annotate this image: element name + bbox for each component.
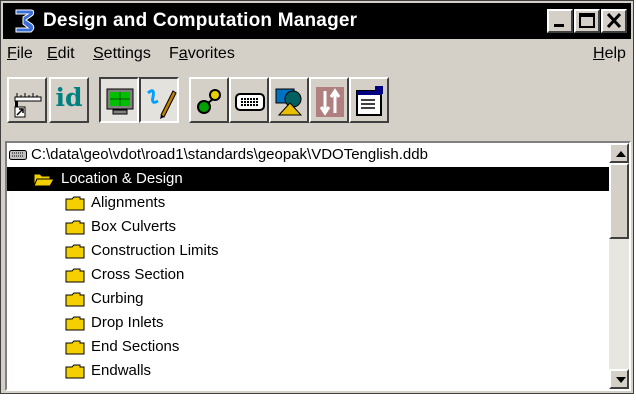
menu-file-label: ile <box>16 45 33 62</box>
tree-node-label: Drop Inlets <box>91 314 164 331</box>
identify-button[interactable]: id <box>49 77 89 123</box>
database-tree[interactable]: C:\data\geo\vdot\road1\standards\geopak\… <box>5 141 631 391</box>
monitor-button[interactable] <box>99 77 139 123</box>
close-button[interactable] <box>601 9 627 33</box>
folder-icon <box>65 340 85 355</box>
tree-content: C:\data\geo\vdot\road1\standards\geopak\… <box>7 143 609 389</box>
folder-icon <box>65 316 85 331</box>
scroll-thumb[interactable] <box>609 163 629 239</box>
menu-favorites[interactable]: Favorites <box>169 45 235 63</box>
menu-edit-label: dit <box>57 45 75 62</box>
sort-arrows-button[interactable] <box>309 77 349 123</box>
folder-icon <box>65 292 85 307</box>
tree-node-label: Construction Limits <box>91 242 219 259</box>
menu-edit-mnemonic: E <box>47 45 58 62</box>
draw-pencil-button[interactable] <box>139 77 179 123</box>
close-icon <box>606 12 622 29</box>
draw-pencil-icon <box>147 89 177 119</box>
keyboard-icon <box>235 93 265 111</box>
scroll-down-arrow-icon <box>616 377 626 383</box>
menu-settings[interactable]: Settings <box>93 45 151 63</box>
folder-icon <box>65 268 85 283</box>
tree-node-root[interactable]: Location & Design <box>7 167 609 191</box>
identify-icon: id <box>55 83 83 112</box>
palette-icon <box>197 89 221 114</box>
maximize-button[interactable] <box>574 9 600 33</box>
menu-file-mnemonic: F <box>7 45 17 62</box>
menu-favorites-label-start: F <box>169 45 179 62</box>
menu-settings-mnemonic: S <box>93 45 104 62</box>
properties-button[interactable] <box>349 77 389 123</box>
menu-settings-label: ettings <box>103 45 151 62</box>
shapes-button[interactable] <box>269 77 309 123</box>
folder-icon <box>65 196 85 211</box>
open-folder-icon <box>33 173 55 187</box>
folder-icon <box>65 220 85 235</box>
database-drive-icon <box>9 150 27 160</box>
title-bar[interactable]: Design and Computation Manager <box>3 3 631 39</box>
palette-button[interactable] <box>189 77 229 123</box>
vertical-scrollbar[interactable] <box>609 143 629 389</box>
menu-edit[interactable]: Edit <box>47 45 75 63</box>
menu-help-mnemonic: H <box>593 45 605 62</box>
minimize-icon <box>554 24 564 27</box>
tree-node-label: End Sections <box>91 338 180 355</box>
maximize-icon <box>579 13 595 28</box>
menu-bar: File Edit Settings Favorites Help <box>3 41 631 67</box>
minimize-button[interactable] <box>547 9 573 33</box>
menu-file[interactable]: File <box>7 45 33 63</box>
tree-node-label: Alignments <box>91 194 166 211</box>
ruler-icon <box>14 93 42 118</box>
geopak-logo-icon[interactable] <box>9 6 39 36</box>
menu-favorites-label: vorites <box>187 45 235 62</box>
tree-node-label: Cross Section <box>91 266 185 283</box>
menu-help-label: elp <box>604 45 626 62</box>
properties-dialog-icon <box>356 86 383 116</box>
menu-help[interactable]: Help <box>593 45 626 63</box>
tree-node-label: Curbing <box>91 290 144 307</box>
scroll-up-arrow-icon <box>616 151 626 157</box>
folder-icon <box>65 244 85 259</box>
tree-node-label: Box Culverts <box>91 218 177 235</box>
folder-icon <box>65 364 85 379</box>
monitor-icon <box>106 88 134 115</box>
scroll-up-button[interactable] <box>609 143 629 163</box>
tree-node-root-label: Location & Design <box>61 170 183 187</box>
shapes-icon <box>275 88 303 116</box>
ruler-button[interactable] <box>7 77 47 123</box>
keyboard-button[interactable] <box>229 77 269 123</box>
menu-favorites-mnemonic: a <box>178 45 188 62</box>
tree-node-label: Endwalls <box>91 362 152 379</box>
window-title: Design and Computation Manager <box>43 10 358 31</box>
database-path: C:\data\geo\vdot\road1\standards\geopak\… <box>31 146 428 163</box>
scroll-down-button[interactable] <box>609 369 629 389</box>
dcm-window: Design and Computation Manager File Edit… <box>0 0 634 394</box>
sort-arrows-icon <box>316 87 344 117</box>
